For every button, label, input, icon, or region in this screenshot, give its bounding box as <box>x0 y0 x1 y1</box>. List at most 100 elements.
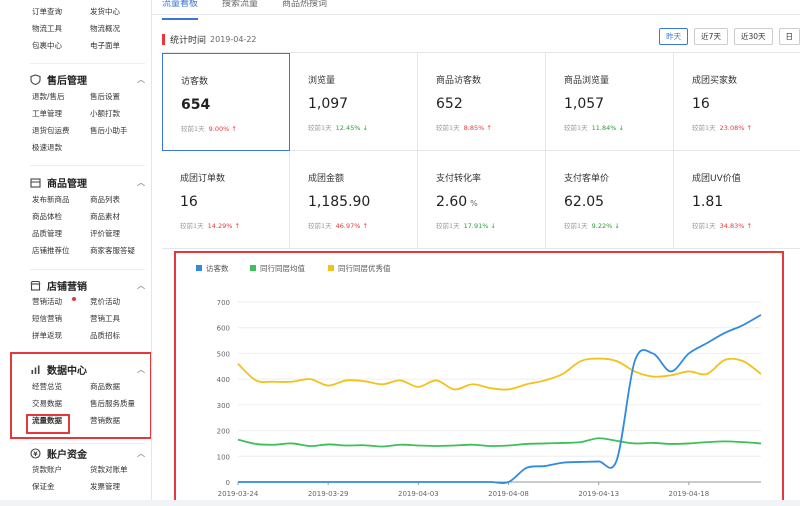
compare-label: 较前1天 <box>181 125 205 133</box>
trend-chart: 01002003004005006007002019-03-242019-03-… <box>176 253 782 502</box>
sidebar-link[interactable]: 工单管理 <box>32 108 90 120</box>
metric-value: 1.81 <box>692 194 800 210</box>
range-30days-button[interactable]: 近30天 <box>734 28 773 45</box>
metric-value: 654 <box>181 97 289 113</box>
compare-pct: 11.84% <box>592 124 617 132</box>
legend-label: 同行同层均值 <box>260 263 305 273</box>
metric-card-avg-order[interactable]: 支付客单价 62.05 较前1天9.22% ↓ <box>546 151 674 249</box>
sidebar-link[interactable]: 商品素材 <box>90 211 148 223</box>
legend-swatch <box>328 265 334 271</box>
range-7days-button[interactable]: 近7天 <box>694 28 728 45</box>
sidebar-link[interactable]: 商家客服答疑 <box>90 245 148 257</box>
sidebar-link[interactable]: 商品列表 <box>90 194 148 206</box>
chevron-up-icon[interactable]: ︿ <box>137 280 145 291</box>
metric-card-visitors[interactable]: 访客数 654 较前1天9.00% ↑ <box>162 53 290 151</box>
sidebar-link[interactable]: 电子面单 <box>90 40 148 52</box>
compare-pct: 46.97% <box>336 222 361 230</box>
sidebar-link[interactable]: 保证金 <box>32 481 90 493</box>
sidebar-link[interactable]: 包裹中心 <box>32 40 90 52</box>
metric-card-goods-pageviews[interactable]: 商品浏览量 1,057 较前1天11.84% ↓ <box>546 53 674 151</box>
metric-value: 652 <box>436 96 545 112</box>
divider <box>30 165 145 166</box>
sidebar-link[interactable]: 拼单返现 <box>32 330 90 342</box>
metric-card-group-amount[interactable]: 成团金额 1,185.90 较前1天46.97% ↑ <box>290 151 418 249</box>
sidebar-link[interactable]: 营销活动 <box>32 296 90 308</box>
arrow-down-icon: ↓ <box>491 222 496 230</box>
range-yesterday-button[interactable]: 昨天 <box>659 28 688 45</box>
divider <box>30 269 145 270</box>
metric-card-uv-value[interactable]: 成团UV价值 1.81 较前1天34.83% ↑ <box>674 151 800 249</box>
sidebar-link[interactable]: 营销工具 <box>90 313 148 325</box>
metric-card-group-orders[interactable]: 成团订单数 16 较前1天14.29% ↑ <box>162 151 290 249</box>
stat-time-label: 统计时间 <box>170 33 206 46</box>
metric-compare: 较前1天12.45% ↓ <box>308 122 417 132</box>
section-goods-header[interactable]: 商品管理 ︿ <box>30 175 145 190</box>
sidebar-link[interactable]: 货款账户 <box>32 464 90 476</box>
sidebar-link[interactable]: 退款/售后 <box>32 91 90 103</box>
sidebar-link[interactable]: 竞价活动 <box>90 296 148 308</box>
sidebar-link[interactable]: 发票管理 <box>90 481 148 493</box>
sidebar-link[interactable]: 短信营销 <box>32 313 90 325</box>
sidebar-link[interactable]: 品质管理 <box>32 228 90 240</box>
sidebar-link[interactable]: 品质招标 <box>90 330 148 342</box>
tab-traffic-board[interactable]: 流量看板 <box>162 0 198 14</box>
section-title: 账户资金 <box>47 446 87 461</box>
compare-label: 较前1天 <box>180 222 204 230</box>
y-tick-label: 400 <box>217 376 230 384</box>
x-tick-label: 2019-03-24 <box>218 490 259 498</box>
section-goods-links: 发布新商品 商品列表 商品体检 商品素材 品质管理 评价管理 店铺推荐位 商家客… <box>32 194 147 257</box>
sidebar-link[interactable]: 退货包运费 <box>32 125 90 137</box>
sidebar-link[interactable]: 小额打款 <box>90 108 148 120</box>
metric-card-goods-visitors[interactable]: 商品访客数 652 较前1天8.85% ↑ <box>418 53 546 151</box>
arrow-up-icon: ↑ <box>486 124 491 132</box>
tab-divider <box>152 14 800 15</box>
chevron-up-icon[interactable]: ︿ <box>137 448 145 459</box>
arrow-up-icon: ↑ <box>747 124 752 132</box>
metric-card-conversion-rate[interactable]: 支付转化率 2.60% 较前1天17.91% ↓ <box>418 151 546 249</box>
tab-search-traffic[interactable]: 搜索流量 <box>222 0 258 14</box>
metric-value: 16 <box>180 194 289 210</box>
x-tick-label: 2019-03-29 <box>308 490 349 498</box>
sidebar-link[interactable]: 发布新商品 <box>32 194 90 206</box>
metric-value: 2.60 <box>436 194 467 210</box>
compare-pct: 9.00% <box>209 125 230 133</box>
sidebar: 订单查询 发货中心 物流工具 物流概况 包裹中心 电子面单 售后管理 ︿ 退款/… <box>0 0 152 500</box>
legend-swatch <box>196 265 202 271</box>
series-line <box>238 359 761 390</box>
stat-time-date: 2019-04-22 <box>210 35 257 44</box>
sidebar-link[interactable]: 货款对账单 <box>90 464 148 476</box>
sidebar-top-links: 订单查询 发货中心 物流工具 物流概况 包裹中心 电子面单 <box>32 6 147 52</box>
sidebar-link[interactable]: 售后小助手 <box>90 125 148 137</box>
section-marketing-header[interactable]: 店铺营销 ︿ <box>30 278 145 293</box>
sidebar-link[interactable]: 店铺推荐位 <box>32 245 90 257</box>
section-account-header[interactable]: ¥ 账户资金 ︿ <box>30 446 145 461</box>
divider <box>30 443 145 444</box>
title-marker <box>162 34 165 45</box>
metric-unit: % <box>470 199 478 208</box>
sidebar-link[interactable]: 极速退款 <box>32 142 90 154</box>
sidebar-link[interactable]: 物流工具 <box>32 23 90 35</box>
metric-card-group-buyers[interactable]: 成团买家数 16 较前1天23.08% ↑ <box>674 53 800 151</box>
section-aftersale-links: 退款/售后 售后设置 工单管理 小额打款 退货包运费 售后小助手 极速退款 <box>32 91 147 154</box>
highlight-box <box>26 414 70 434</box>
compare-pct: 14.29% <box>208 222 233 230</box>
sidebar-link[interactable]: 物流概况 <box>90 23 148 35</box>
section-aftersale-header[interactable]: 售后管理 ︿ <box>30 72 145 87</box>
arrow-up-icon: ↑ <box>747 222 752 230</box>
tab-hot-keywords[interactable]: 商品热搜词 <box>282 0 327 14</box>
sidebar-link[interactable]: 评价管理 <box>90 228 148 240</box>
metric-card-pageviews[interactable]: 浏览量 1,097 较前1天12.45% ↓ <box>290 53 418 151</box>
chevron-up-icon[interactable]: ︿ <box>137 177 145 188</box>
sidebar-link[interactable]: 商品体检 <box>32 211 90 223</box>
compare-label: 较前1天 <box>564 124 588 132</box>
sidebar-link[interactable]: 售后设置 <box>90 91 148 103</box>
arrow-down-icon: ↓ <box>363 124 368 132</box>
metric-value: 1,097 <box>308 96 417 112</box>
sidebar-link[interactable]: 订单查询 <box>32 6 90 18</box>
chevron-up-icon[interactable]: ︿ <box>137 74 145 85</box>
sidebar-link[interactable]: 发货中心 <box>90 6 148 18</box>
metric-compare: 较前1天9.22% ↓ <box>564 220 673 230</box>
range-day-button[interactable]: 日 <box>779 28 800 45</box>
date-range-selector: 昨天 近7天 近30天 日 <box>653 28 800 45</box>
metric-name: 支付客单价 <box>564 171 673 184</box>
